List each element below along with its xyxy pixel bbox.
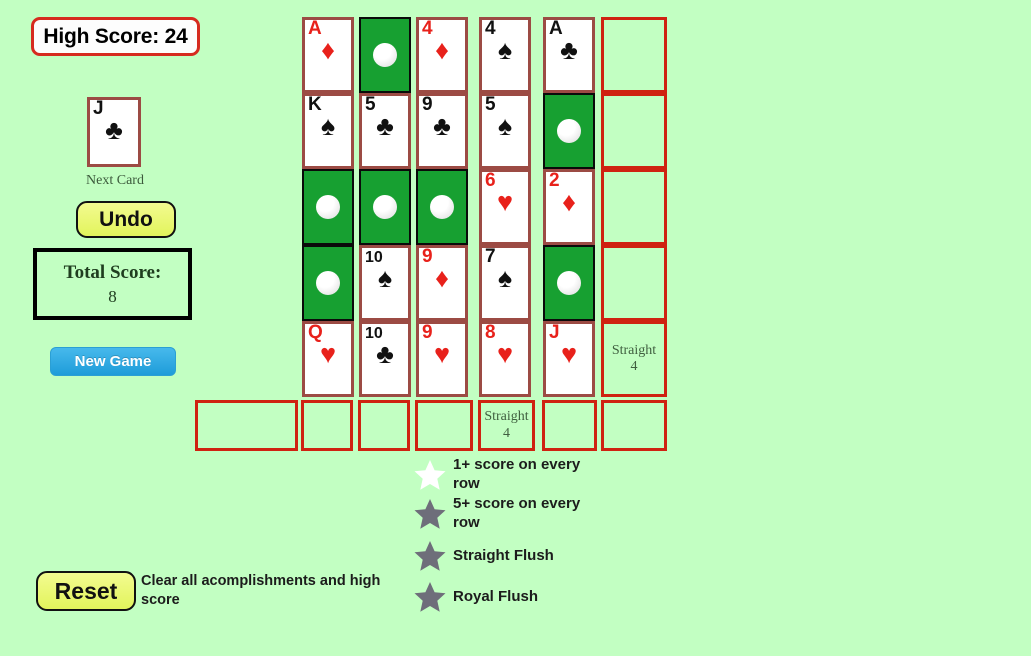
card-back[interactable] (416, 169, 468, 245)
playing-card[interactable]: 8 ♥ (479, 321, 531, 397)
achievement-item: Royal Flush (413, 580, 538, 614)
playing-card[interactable]: 7 ♠ (479, 245, 531, 321)
playing-card[interactable]: 10 ♠ (359, 245, 411, 321)
row-score-4 (601, 245, 667, 321)
card-suit-icon: ♣ (433, 111, 451, 141)
card-back[interactable] (359, 169, 411, 245)
row-score-2 (601, 93, 667, 169)
card-suit-icon: ♠ (497, 35, 513, 65)
next-card-suit: ♣ (105, 115, 123, 145)
playing-card[interactable]: 4 ♦ (416, 17, 468, 93)
star-locked-icon (414, 498, 446, 529)
column-score-3 (358, 400, 410, 451)
total-score-panel: Total Score: 8 (33, 248, 192, 320)
playing-card[interactable]: A ♦ (302, 17, 354, 93)
playing-card[interactable]: 5 ♠ (479, 93, 531, 169)
card-suit-icon: ♦ (321, 35, 335, 65)
score-line-2: 4 (630, 359, 638, 374)
high-score-label: High Score: 24 (43, 24, 188, 48)
column-score-7 (601, 400, 667, 451)
card-suit-icon: ♠ (320, 111, 336, 141)
playing-card[interactable]: 10 ♣ (359, 321, 411, 397)
card-suit-icon: ♥ (496, 339, 514, 369)
card-suit-icon: ♣ (376, 339, 394, 369)
playing-card[interactable]: 9 ♦ (416, 245, 468, 321)
playing-card[interactable]: 5 ♣ (359, 93, 411, 169)
card-suit-icon: ♠ (497, 111, 513, 141)
chip-icon (373, 43, 397, 67)
total-score-value: 8 (108, 286, 117, 306)
card-suit-icon: ♠ (497, 263, 513, 293)
card-suit-icon: ♦ (435, 263, 449, 293)
undo-button[interactable]: Undo (76, 201, 176, 238)
playing-card[interactable]: 6 ♥ (479, 169, 531, 245)
column-score-1 (195, 400, 298, 451)
card-back[interactable] (543, 245, 595, 321)
score-line-1: Straight (484, 409, 529, 425)
playing-card[interactable]: 9 ♥ (416, 321, 468, 397)
chip-icon (430, 195, 454, 219)
chip-icon (373, 195, 397, 219)
total-score-title: Total Score: (63, 261, 162, 283)
playing-card[interactable]: Q ♥ (302, 321, 354, 397)
playing-card[interactable]: A ♣ (543, 17, 595, 93)
achievement-item: 5+ score on every row (413, 495, 603, 533)
row-score-3 (601, 169, 667, 245)
card-suit-icon: ♣ (376, 111, 394, 141)
card-suit-icon: ♦ (562, 187, 576, 217)
achievement-label: 1+ score on every row (453, 456, 581, 492)
reset-description: Clear all acomplishments and high score (141, 573, 381, 608)
score-line-2: 4 (503, 425, 510, 441)
chip-icon (557, 119, 581, 143)
card-back[interactable] (302, 245, 354, 321)
reset-button[interactable]: Reset (36, 571, 136, 611)
achievement-label: Royal Flush (453, 587, 539, 605)
column-score-5: Straight 4 (478, 400, 535, 451)
next-card[interactable]: J ♣ (87, 97, 141, 167)
chip-icon (557, 271, 581, 295)
playing-card[interactable]: J ♥ (543, 321, 595, 397)
column-score-6 (542, 400, 597, 451)
card-back[interactable] (543, 93, 595, 169)
playing-card[interactable]: 2 ♦ (543, 169, 595, 245)
chip-icon (316, 195, 340, 219)
card-suit-icon: ♥ (319, 339, 337, 369)
star-earned-icon (414, 459, 446, 490)
row-score-1 (601, 17, 667, 93)
achievement-label: Straight Flush (453, 546, 554, 564)
achievement-label: 5+ score on every row (453, 495, 581, 531)
next-card-label: Next Card (86, 173, 144, 188)
card-suit-icon: ♥ (560, 339, 578, 369)
star-locked-icon (414, 582, 446, 612)
card-suit-icon: ♥ (496, 187, 514, 217)
card-suit-icon: ♦ (435, 35, 449, 65)
game-root: High Score: 24 J ♣ Next Card Undo Total … (0, 0, 1031, 656)
new-game-button[interactable]: New Game (50, 347, 176, 376)
playing-card[interactable]: 4 ♠ (479, 17, 531, 93)
score-line-1: Straight (611, 342, 657, 358)
playing-card[interactable]: 9 ♣ (416, 93, 468, 169)
high-score-badge: High Score: 24 (31, 17, 200, 56)
card-back[interactable] (359, 17, 411, 93)
column-score-2 (301, 400, 353, 451)
star-locked-icon (414, 541, 446, 571)
card-suit-icon: ♠ (377, 263, 393, 293)
achievement-item: 1+ score on every row (413, 456, 603, 494)
achievement-item: Straight Flush (413, 539, 554, 573)
chip-icon (316, 271, 340, 295)
row-score-5: Straight 4 (601, 321, 667, 397)
card-suit-icon: ♥ (433, 339, 451, 369)
column-score-4 (415, 400, 473, 451)
card-back[interactable] (302, 169, 354, 245)
playing-card[interactable]: K ♠ (302, 93, 354, 169)
card-suit-icon: ♣ (560, 35, 578, 65)
